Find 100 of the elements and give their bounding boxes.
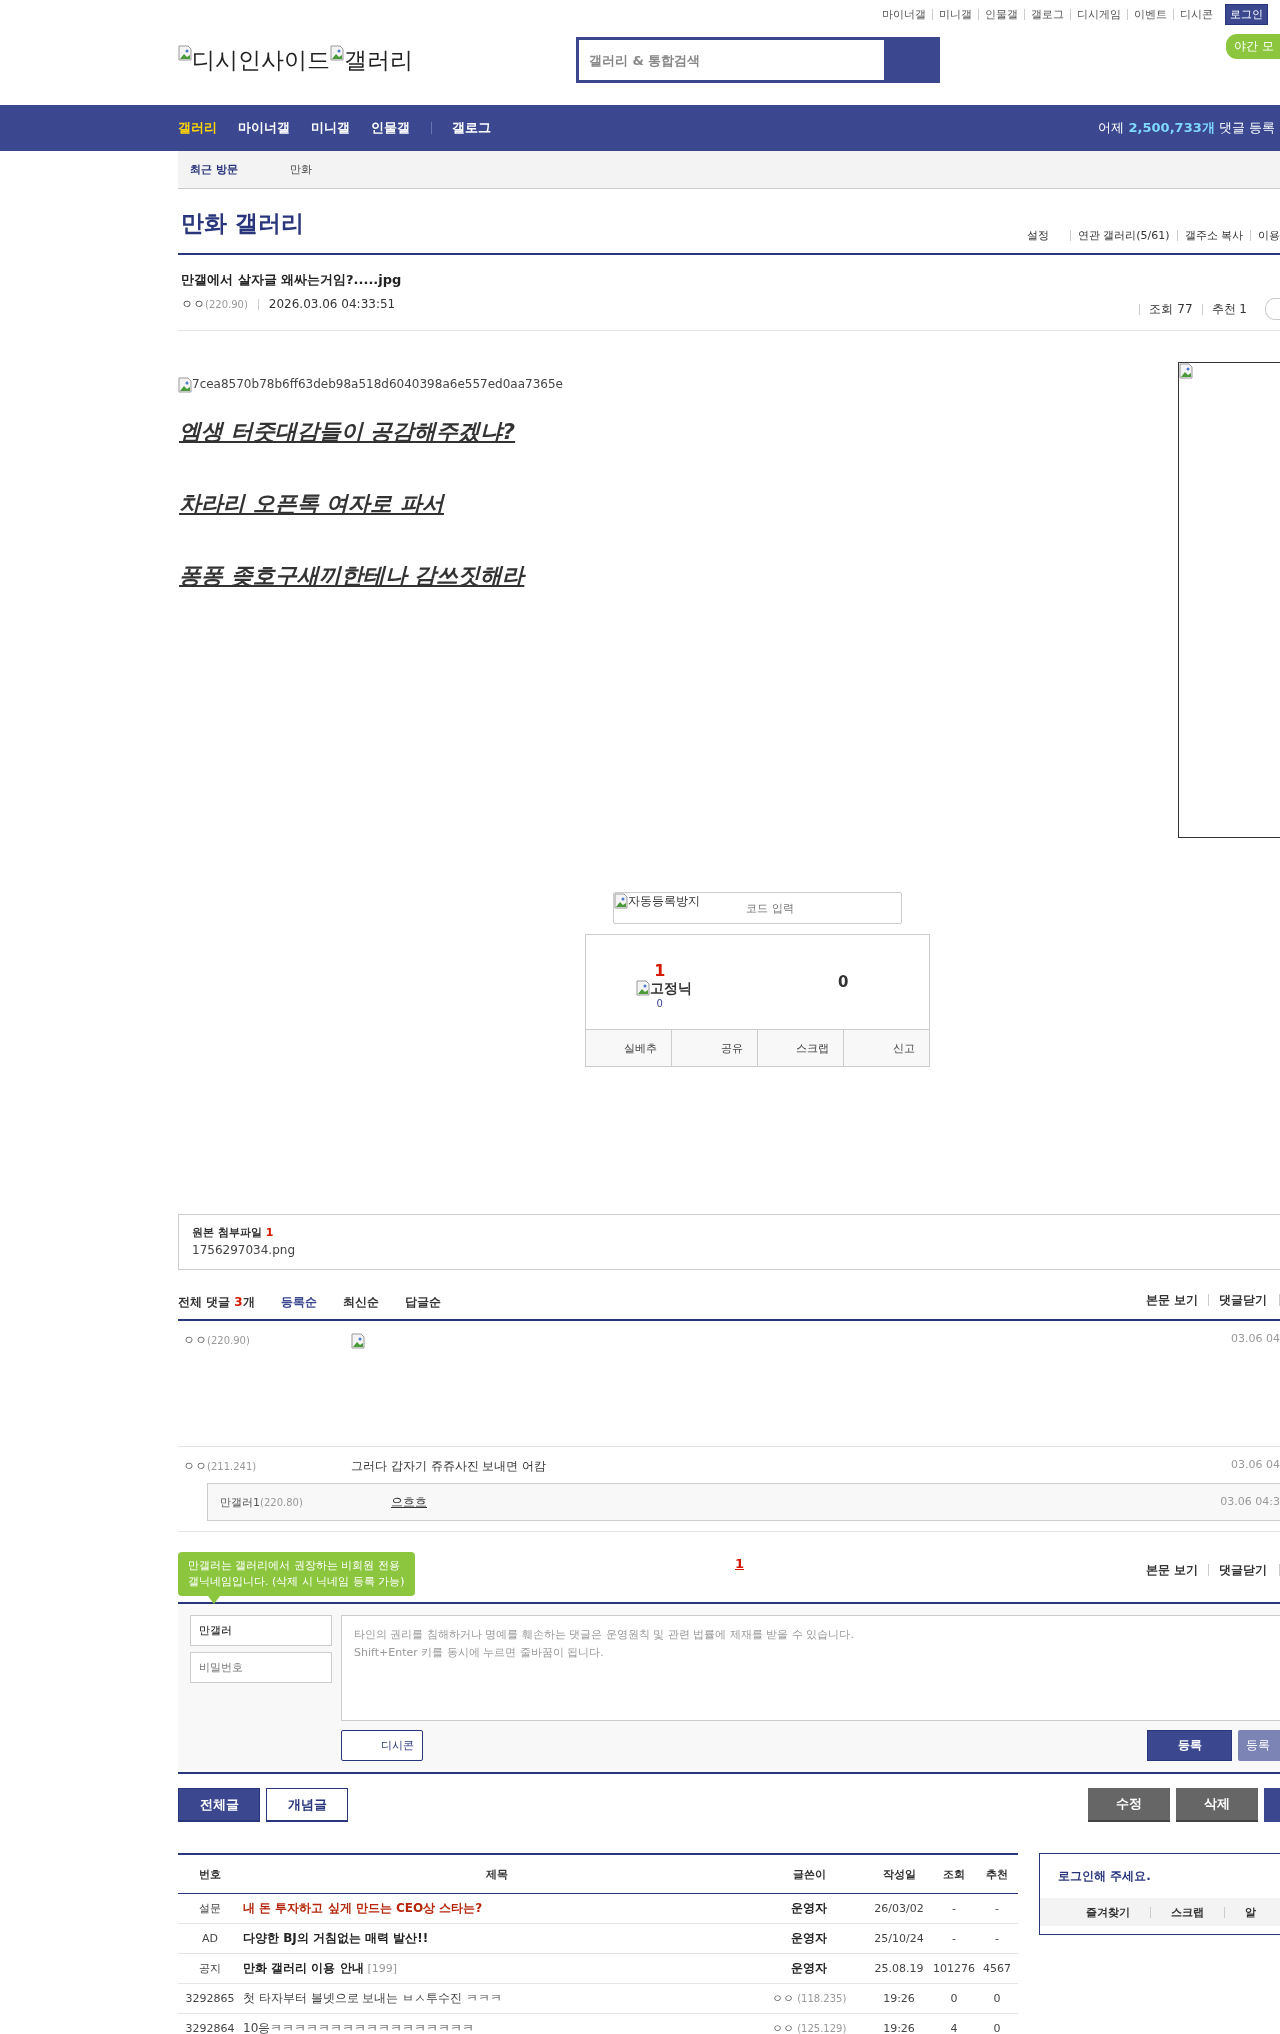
post-number: 3292864 bbox=[178, 2013, 242, 2034]
login-button[interactable]: 로그인 bbox=[1225, 3, 1268, 25]
comment-option-link[interactable]: 본문 보기 bbox=[1135, 1294, 1208, 1306]
comment-sort-tab[interactable]: 등록순 bbox=[280, 1294, 317, 1311]
nickname-tooltip: 만갤러는 갤러리에서 권장하는 비회원 전용 갤닉네임입니다. (삭제 시 닉네임 등록 가능) bbox=[178, 1552, 415, 1596]
list-tab-button[interactable]: 전체글 bbox=[178, 1788, 260, 1822]
post-writer: ㅇㅇ (125.129) bbox=[752, 2013, 866, 2034]
login-message: 로그인해 주세요. bbox=[1057, 1868, 1152, 1885]
gallery-link[interactable]: 연관 갤러리(5/61) bbox=[1069, 230, 1177, 241]
post-action-button[interactable]: 수정 bbox=[1088, 1788, 1170, 1822]
broken-image-icon bbox=[614, 893, 628, 909]
fixed-nick-count: 0 bbox=[656, 998, 663, 1009]
broken-image-icon bbox=[330, 45, 344, 61]
submit-button[interactable]: 등록 bbox=[1238, 1730, 1280, 1761]
vote-action-button[interactable]: 신고 bbox=[843, 1030, 929, 1066]
post-link[interactable]: 10응ㅋㅋㅋㅋㅋㅋㅋㅋㅋㅋㅋㅋㅋㅋㅋㅋㅋ bbox=[242, 2013, 752, 2034]
comment-stat: 어제 2,500,733개 댓글 등록 bbox=[1098, 119, 1275, 137]
top-link[interactable]: 디시콘 bbox=[1173, 8, 1219, 20]
post-views: - bbox=[932, 1893, 976, 1924]
vote-action-button[interactable]: 공유 bbox=[671, 1030, 757, 1066]
share-button[interactable] bbox=[1265, 298, 1280, 320]
top-link[interactable]: 디시게임 bbox=[1070, 8, 1127, 20]
comment-option-link[interactable]: 본문 보기 bbox=[1135, 1564, 1208, 1576]
post-views: 4 bbox=[932, 2013, 976, 2034]
post-link[interactable]: 다양한 BJ의 거침없는 매력 발산!! bbox=[242, 1923, 752, 1954]
broken-image-icon bbox=[635, 980, 650, 996]
password-field[interactable]: 비밀번호 bbox=[190, 1652, 332, 1683]
column-header: 글쓴이 bbox=[752, 1854, 866, 1894]
vote-action-button[interactable]: 스크랩 bbox=[757, 1030, 843, 1066]
comment-author[interactable]: ㅇㅇ(220.90) bbox=[178, 1321, 351, 1446]
search-field[interactable]: 갤러리 & 통합검색 bbox=[576, 37, 940, 83]
recent-label: 최근 방문 bbox=[190, 162, 238, 177]
post-number: AD bbox=[178, 1923, 242, 1954]
top-link[interactable]: 이벤트 bbox=[1127, 8, 1173, 20]
broken-image-icon bbox=[351, 1333, 365, 1349]
attachment-file-link[interactable]: 1756297034.png bbox=[192, 1243, 1267, 1257]
post-link[interactable]: 첫 타자부터 볼넷으로 보내는 ㅂㅅ투수진 ㅋㅋㅋ bbox=[242, 1983, 752, 2014]
post-number: 3292865 bbox=[178, 1983, 242, 2014]
comment-option-link[interactable]: 댓글닫기 bbox=[1208, 1564, 1280, 1576]
login-box-link[interactable]: 스크랩 bbox=[1150, 1906, 1224, 1918]
nav-tab[interactable]: 갤로그 bbox=[452, 119, 491, 137]
submit-button[interactable]: 등록 bbox=[1147, 1730, 1232, 1761]
post-author[interactable]: ㅇㅇ(220.90) bbox=[181, 296, 248, 313]
gallery-link[interactable]: 갤주소 복사 bbox=[1176, 230, 1250, 241]
top-link[interactable]: 미니갤 bbox=[932, 8, 978, 20]
post-date: 25/10/24 bbox=[866, 1923, 932, 1954]
logo-text: 디시인사이드 bbox=[192, 46, 330, 75]
nav-tab[interactable]: 마이너갤 bbox=[238, 119, 290, 137]
comment-author[interactable]: ㅇㅇ(211.241) bbox=[178, 1447, 351, 1475]
top-link[interactable]: 갤로그 bbox=[1024, 8, 1070, 20]
top-link[interactable]: 마이너갤 bbox=[876, 8, 932, 20]
page-link[interactable]: 1 bbox=[735, 1556, 745, 1571]
write-button[interactable] bbox=[1264, 1788, 1280, 1822]
gallery-link[interactable]: 이용 bbox=[1250, 230, 1280, 241]
comment-input[interactable]: 타인의 권리를 침해하거나 명예를 훼손하는 댓글은 운영원칙 및 관련 법률에 제재를 받을 수 있습니다. Shift+Enter 키를 동시에 누르면 줄바꿈이 됩니다. bbox=[341, 1615, 1280, 1721]
recent-gallery-link[interactable]: 만화 bbox=[289, 162, 312, 177]
comment-option-link[interactable]: 댓글닫기 bbox=[1208, 1294, 1280, 1306]
post-writer: 운영자 bbox=[752, 1953, 866, 1984]
downvote-count: 0 bbox=[838, 973, 849, 991]
post-writer: 운영자 bbox=[752, 1893, 866, 1924]
list-tab-button[interactable]: 개념글 bbox=[266, 1788, 348, 1822]
column-header: 번호 bbox=[178, 1854, 242, 1894]
post-link[interactable]: 만화 갤러리 이용 안내 [199] bbox=[242, 1953, 752, 1984]
nav-tab[interactable]: 갤러리 bbox=[178, 119, 217, 137]
recommend-count: 추천 1 bbox=[1201, 303, 1256, 315]
nickname-field[interactable]: 만갤러 bbox=[190, 1615, 332, 1646]
fixed-nick-alt-text: 고정닉 bbox=[649, 980, 692, 998]
login-box-link[interactable]: 알 bbox=[1224, 1906, 1276, 1918]
top-link[interactable]: 인물갤 bbox=[978, 8, 1024, 20]
column-header: 조회 bbox=[932, 1854, 976, 1894]
reply-author[interactable]: 만갤러1(220.80) bbox=[208, 1494, 391, 1510]
post-date: 26/03/02 bbox=[866, 1893, 932, 1924]
broken-image-icon bbox=[1179, 363, 1193, 379]
gallery-link[interactable]: 설정 bbox=[1019, 230, 1056, 241]
post-views: - bbox=[932, 1923, 976, 1954]
post-text-line: 퐁퐁 좆호구새끼한테나 감쓰짓해라 bbox=[179, 562, 527, 590]
comment-time: 03.06 04 bbox=[1231, 1458, 1280, 1471]
post-views: 101276 bbox=[932, 1953, 976, 1984]
post-recommend: 0 bbox=[976, 1983, 1018, 2014]
comment-time: 03.06 04:3 bbox=[1220, 1495, 1280, 1508]
vote-action-button[interactable]: 실베추 bbox=[586, 1030, 671, 1066]
post-number: 설문 bbox=[178, 1893, 242, 1924]
nav-tab[interactable]: 인물갤 bbox=[371, 119, 410, 137]
comment-total: 전체 댓글 3개 bbox=[178, 1294, 255, 1311]
post-link[interactable]: 내 돈 투자하고 싶게 만드는 CEO상 스타는? bbox=[242, 1893, 752, 1924]
broken-image-icon bbox=[178, 45, 192, 61]
view-count: 조회 77 bbox=[1139, 303, 1202, 315]
comment-sort-tab[interactable]: 답글순 bbox=[404, 1294, 441, 1311]
captcha-alt-text: 자동등록방지 bbox=[628, 893, 700, 910]
post-date: 2026.03.06 04:33:51 bbox=[257, 299, 396, 310]
post-date: 19:26 bbox=[866, 1983, 932, 2014]
dccon-button[interactable]: 디시콘 bbox=[341, 1730, 423, 1761]
login-box-link[interactable]: 즐겨찾기 bbox=[1076, 1906, 1150, 1918]
nav-tab[interactable]: 미니갤 bbox=[311, 119, 350, 137]
broken-image-icon bbox=[178, 377, 192, 393]
captcha-field[interactable]: 자동등록방지 코드 입력 bbox=[613, 892, 902, 924]
post-action-button[interactable]: 삭제 bbox=[1176, 1788, 1258, 1822]
comment-sort-tab[interactable]: 최신순 bbox=[342, 1294, 379, 1311]
comment-time: 03.06 04 bbox=[1231, 1332, 1280, 1345]
column-header: 제목 bbox=[242, 1854, 752, 1894]
